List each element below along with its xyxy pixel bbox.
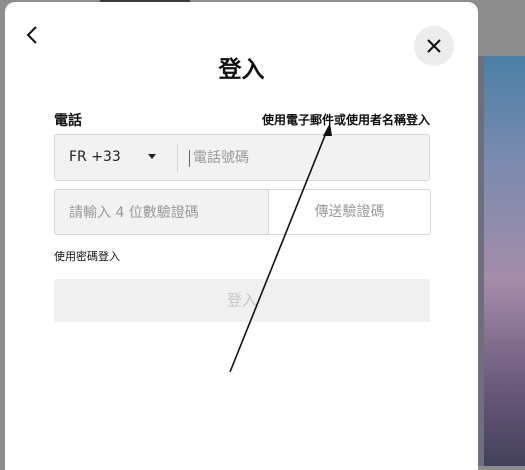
annotation-arrow: [229, 123, 332, 373]
